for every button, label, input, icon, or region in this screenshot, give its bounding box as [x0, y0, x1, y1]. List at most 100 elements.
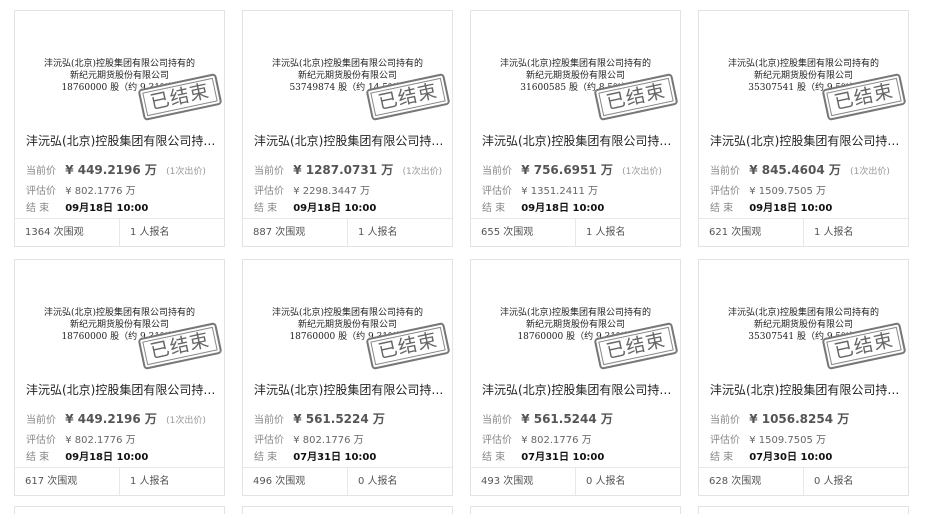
- eval-price-row: 评估价 ¥ 802.1776 万: [254, 431, 449, 446]
- document-thumbnail[interactable]: 沣沅弘(北京)控股集团有限公司持有的 新纪元期货股份有限公司 18760000 …: [471, 260, 680, 375]
- current-price-row: 当前价 ¥ 845.4604 万 (1次出价): [710, 161, 905, 178]
- auction-grid: 沣沅弘(北京)控股集团有限公司持有的 新纪元期货股份有限公司 18760000 …: [14, 10, 909, 496]
- item-title[interactable]: 沣沅弘(北京)控股集团有限公司持有…: [26, 132, 218, 149]
- end-time-row: 结 束 09月18日 10:00: [254, 199, 449, 214]
- bid-count: (1次出价): [166, 167, 206, 177]
- item-title[interactable]: 沣沅弘(北京)控股集团有限公司持有…: [254, 381, 446, 398]
- current-price-value: ¥ 1287.0731 万: [293, 163, 394, 177]
- end-time-value: 07月31日 10:00: [293, 452, 377, 463]
- auction-card-partial[interactable]: [698, 506, 909, 514]
- eval-price-label: 评估价: [710, 186, 740, 197]
- current-price-row: 当前价 ¥ 756.6951 万 (1次出价): [482, 161, 677, 178]
- view-count: 1364 次围观: [25, 227, 84, 238]
- view-count: 617 次围观: [25, 476, 78, 487]
- card-footer: 887 次围观 1 人报名: [243, 218, 452, 246]
- item-title[interactable]: 沣沅弘(北京)控股集团有限公司持有…: [482, 381, 674, 398]
- bid-count: (1次出价): [850, 167, 890, 177]
- end-time-value: 07月30日 10:00: [749, 452, 833, 463]
- auction-card[interactable]: 沣沅弘(北京)控股集团有限公司持有的 新纪元期货股份有限公司 18760000 …: [242, 259, 453, 496]
- current-price-row: 当前价 ¥ 561.5244 万: [482, 410, 677, 427]
- view-count: 621 次围观: [709, 227, 762, 238]
- auction-card[interactable]: 沣沅弘(北京)控股集团有限公司持有的 新纪元期货股份有限公司 35307541 …: [698, 10, 909, 247]
- end-time-value: 09月18日 10:00: [65, 203, 149, 214]
- end-time-row: 结 束 07月31日 10:00: [482, 448, 677, 463]
- card-footer: 621 次围观 1 人报名: [699, 218, 908, 246]
- document-line: 沣沅弘(北京)控股集团有限公司持有的: [727, 59, 880, 69]
- next-row-partial: [14, 506, 909, 514]
- document-thumbnail[interactable]: 沣沅弘(北京)控股集团有限公司持有的 新纪元期货股份有限公司 18760000 …: [15, 11, 224, 126]
- end-time-label: 结 束: [254, 203, 278, 214]
- eval-price-label: 评估价: [26, 186, 56, 197]
- current-price-value: ¥ 561.5244 万: [521, 412, 613, 426]
- end-time-label: 结 束: [26, 203, 50, 214]
- current-price-value: ¥ 449.2196 万: [65, 412, 157, 426]
- end-time-value: 09月18日 10:00: [521, 203, 605, 214]
- current-price-value: ¥ 845.4604 万: [749, 163, 841, 177]
- item-title[interactable]: 沣沅弘(北京)控股集团有限公司持有…: [26, 381, 218, 398]
- eval-price-label: 评估价: [254, 435, 284, 446]
- end-time-row: 结 束 07月31日 10:00: [254, 448, 449, 463]
- item-title[interactable]: 沣沅弘(北京)控股集团有限公司持有…: [710, 132, 902, 149]
- current-price-value: ¥ 1056.8254 万: [749, 412, 850, 426]
- document-thumbnail[interactable]: 沣沅弘(北京)控股集团有限公司持有的 新纪元期货股份有限公司 35307541 …: [699, 260, 908, 375]
- auction-card[interactable]: 沣沅弘(北京)控股集团有限公司持有的 新纪元期货股份有限公司 18760000 …: [14, 259, 225, 496]
- auction-card-partial[interactable]: [470, 506, 681, 514]
- current-price-label: 当前价: [254, 166, 284, 177]
- eval-price-label: 评估价: [26, 435, 56, 446]
- eval-price-value: ¥ 2298.3447 万: [293, 186, 370, 197]
- signup-count: 1 人报名: [347, 219, 452, 246]
- end-time-row: 结 束 09月18日 10:00: [710, 199, 905, 214]
- item-title[interactable]: 沣沅弘(北京)控股集团有限公司持有…: [254, 132, 446, 149]
- signup-count: 0 人报名: [803, 468, 908, 495]
- auction-card[interactable]: 沣沅弘(北京)控股集团有限公司持有的 新纪元期货股份有限公司 31600585 …: [470, 10, 681, 247]
- document-line: 沣沅弘(北京)控股集团有限公司持有的: [499, 308, 652, 318]
- card-footer: 496 次围观 0 人报名: [243, 467, 452, 495]
- item-title[interactable]: 沣沅弘(北京)控股集团有限公司持有…: [482, 132, 674, 149]
- signup-count: 1 人报名: [575, 219, 680, 246]
- end-time-row: 结 束 09月18日 10:00: [482, 199, 677, 214]
- current-price-label: 当前价: [482, 415, 512, 426]
- document-line: 沣沅弘(北京)控股集团有限公司持有的: [271, 59, 424, 69]
- end-time-label: 结 束: [482, 203, 506, 214]
- view-count: 655 次围观: [481, 227, 534, 238]
- eval-price-row: 评估价 ¥ 2298.3447 万: [254, 182, 449, 197]
- end-time-value: 09月18日 10:00: [293, 203, 377, 214]
- eval-price-label: 评估价: [710, 435, 740, 446]
- auction-card[interactable]: 沣沅弘(北京)控股集团有限公司持有的 新纪元期货股份有限公司 53749874 …: [242, 10, 453, 247]
- signup-count: 1 人报名: [803, 219, 908, 246]
- eval-price-row: 评估价 ¥ 1351.2411 万: [482, 182, 677, 197]
- eval-price-value: ¥ 1351.2411 万: [521, 186, 598, 197]
- auction-listing-page: 沣沅弘(北京)控股集团有限公司持有的 新纪元期货股份有限公司 18760000 …: [0, 0, 945, 514]
- auction-card-partial[interactable]: [14, 506, 225, 514]
- signup-count: 0 人报名: [575, 468, 680, 495]
- document-thumbnail[interactable]: 沣沅弘(北京)控股集团有限公司持有的 新纪元期货股份有限公司 53749874 …: [243, 11, 452, 126]
- signup-count: 1 人报名: [119, 468, 224, 495]
- end-time-label: 结 束: [482, 452, 506, 463]
- card-footer: 628 次围观 0 人报名: [699, 467, 908, 495]
- view-count: 493 次围观: [481, 476, 534, 487]
- document-thumbnail[interactable]: 沣沅弘(北京)控股集团有限公司持有的 新纪元期货股份有限公司 18760000 …: [15, 260, 224, 375]
- eval-price-row: 评估价 ¥ 1509.7505 万: [710, 431, 905, 446]
- auction-card-partial[interactable]: [242, 506, 453, 514]
- eval-price-value: ¥ 1509.7505 万: [749, 435, 826, 446]
- item-title[interactable]: 沣沅弘(北京)控股集团有限公司持有…: [710, 381, 902, 398]
- auction-card[interactable]: 沣沅弘(北京)控股集团有限公司持有的 新纪元期货股份有限公司 18760000 …: [14, 10, 225, 247]
- view-count: 887 次围观: [253, 227, 306, 238]
- eval-price-label: 评估价: [482, 186, 512, 197]
- eval-price-label: 评估价: [254, 186, 284, 197]
- card-footer: 1364 次围观 1 人报名: [15, 218, 224, 246]
- view-count: 628 次围观: [709, 476, 762, 487]
- document-thumbnail[interactable]: 沣沅弘(北京)控股集团有限公司持有的 新纪元期货股份有限公司 18760000 …: [243, 260, 452, 375]
- document-thumbnail[interactable]: 沣沅弘(北京)控股集团有限公司持有的 新纪元期货股份有限公司 35307541 …: [699, 11, 908, 126]
- end-time-label: 结 束: [254, 452, 278, 463]
- current-price-label: 当前价: [710, 415, 740, 426]
- bid-count: (1次出价): [622, 167, 662, 177]
- end-time-label: 结 束: [710, 203, 734, 214]
- end-time-label: 结 束: [710, 452, 734, 463]
- auction-card[interactable]: 沣沅弘(北京)控股集团有限公司持有的 新纪元期货股份有限公司 18760000 …: [470, 259, 681, 496]
- end-time-label: 结 束: [26, 452, 50, 463]
- document-thumbnail[interactable]: 沣沅弘(北京)控股集团有限公司持有的 新纪元期货股份有限公司 31600585 …: [471, 11, 680, 126]
- eval-price-row: 评估价 ¥ 802.1776 万: [26, 431, 221, 446]
- auction-card[interactable]: 沣沅弘(北京)控股集团有限公司持有的 新纪元期货股份有限公司 35307541 …: [698, 259, 909, 496]
- document-line: 沣沅弘(北京)控股集团有限公司持有的: [499, 59, 652, 69]
